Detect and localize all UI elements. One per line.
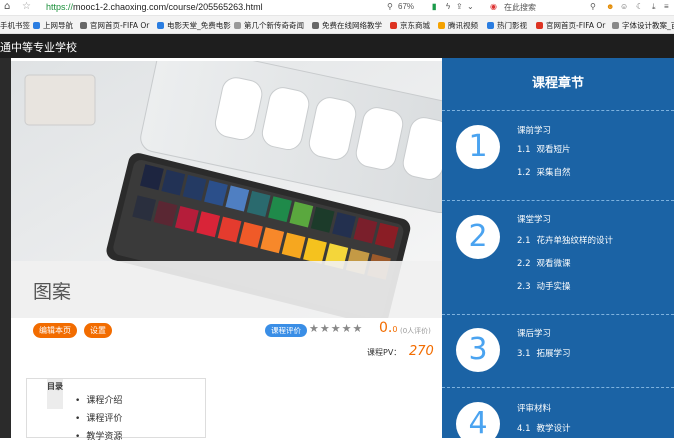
- bookmark-item[interactable]: 字体设计教案_百: [612, 20, 674, 31]
- pv-value: 270: [409, 344, 434, 359]
- download-icon[interactable]: ⤓: [652, 2, 656, 12]
- course-title: 图案: [33, 281, 72, 303]
- chapter-link[interactable]: 2.3 动手实操: [517, 280, 571, 292]
- search-hint[interactable]: 在此搜索: [504, 2, 536, 13]
- bookmark-item[interactable]: 腾讯视频: [438, 20, 478, 31]
- toc-list: 课程介绍 课程评价 教学资源: [75, 393, 122, 447]
- pv-label: 课程PV：: [367, 348, 402, 357]
- toc-tab: 目录: [47, 379, 63, 409]
- school-name: 通中等专业学校: [0, 41, 77, 54]
- chapter-group-title[interactable]: 评审材料: [517, 402, 551, 414]
- chapters-heading: 课程章节: [531, 76, 584, 91]
- bookmark-item[interactable]: 官网首页-FIFA Or: [80, 20, 149, 31]
- image-icon: [234, 22, 241, 29]
- edit-page-button[interactable]: 编辑本页: [33, 323, 77, 338]
- chapter-link[interactable]: 1.1 观看短片: [517, 143, 571, 155]
- toc-item[interactable]: 课程评价: [75, 411, 122, 429]
- bookmark-item[interactable]: 官网首页-FIFA Or: [536, 20, 605, 31]
- divider: [442, 200, 674, 201]
- settings-button[interactable]: 设置: [84, 323, 112, 338]
- url-field[interactable]: https://mooc1-2.chaoxing.com/course/2055…: [46, 2, 263, 12]
- chapter-link[interactable]: 4.1 教学设计: [517, 422, 571, 434]
- chapter-number-2: 2: [456, 215, 500, 259]
- chapter-link[interactable]: 2.2 观看微课: [517, 257, 571, 269]
- zoom-icon[interactable]: ⚲: [387, 2, 393, 11]
- extension-icon[interactable]: ▮: [432, 2, 436, 11]
- rating-score: 0.0: [379, 320, 398, 336]
- bookmarks-bar: 手机书签 上网导航 官网首页-FIFA Or 电影天堂_免费电影 第几个新传奇奇…: [0, 16, 674, 34]
- favorite-star-icon[interactable]: ☆: [22, 1, 31, 12]
- search-engine-icon[interactable]: ◉: [490, 2, 497, 11]
- globe-icon: [80, 22, 87, 29]
- toc-item[interactable]: 教学资源: [75, 429, 122, 447]
- home-icon[interactable]: ⌂: [4, 1, 10, 12]
- title-band: 图案: [11, 261, 442, 318]
- course-main: 图案 编辑本页 设置 课程评价 ★★★★★ 0.0 (0人评价) 课程PV： 2…: [11, 58, 442, 442]
- zoom-level[interactable]: 67%: [398, 2, 414, 11]
- grid-icon: [157, 22, 164, 29]
- search-icon[interactable]: ⚲: [590, 2, 596, 11]
- bookmark-item[interactable]: 上网导航: [33, 20, 73, 31]
- chapter-group-title[interactable]: 课前学习: [517, 124, 551, 136]
- chapter-link[interactable]: 2.1 花卉单独纹样的设计: [517, 234, 613, 246]
- course-toc: 目录 课程介绍 课程评价 教学资源: [26, 378, 206, 442]
- site-header: 通中等专业学校: [0, 34, 674, 58]
- chapter-number-4: 4: [456, 402, 500, 438]
- face-icon[interactable]: ☺: [620, 2, 628, 11]
- globe-icon: [312, 22, 319, 29]
- bookmark-icon: [33, 22, 40, 29]
- moon-icon[interactable]: ☾: [636, 2, 643, 11]
- course-cover-image: 图案: [11, 61, 442, 318]
- bookmark-item[interactable]: 京东商城: [390, 20, 430, 31]
- bookmark-item[interactable]: 免费在线网络教学: [312, 20, 382, 31]
- bookmark-item[interactable]: 手机书签: [0, 20, 30, 31]
- gear-icon: [612, 22, 619, 29]
- game-icon[interactable]: ☻: [606, 2, 614, 11]
- divider: [442, 314, 674, 315]
- chapter-group-title[interactable]: 课后学习: [517, 327, 551, 339]
- divider: [442, 110, 674, 111]
- chapters-sidebar: 课程章节 1 课前学习 1.1 观看短片 1.2 采集自然 2 课堂学习 2.1 花卉…: [442, 58, 674, 438]
- rating-stars[interactable]: ★★★★★: [309, 322, 363, 335]
- chapter-group-title[interactable]: 课堂学习: [517, 213, 551, 225]
- share-icon[interactable]: ⇪: [456, 2, 463, 11]
- chapter-link[interactable]: 1.2 采集自然: [517, 166, 571, 178]
- menu-icon[interactable]: ≡: [664, 2, 669, 11]
- dropdown-icon[interactable]: ⌄: [467, 2, 474, 11]
- rating-count: (0人评价): [400, 327, 431, 335]
- lightning-icon[interactable]: ϟ: [446, 2, 450, 11]
- bookmark-item[interactable]: 电影天堂_免费电影: [157, 20, 231, 31]
- chapter-number-1: 1: [456, 125, 500, 169]
- browser-address-bar: ⌂ ☆ https://mooc1-2.chaoxing.com/course/…: [0, 0, 674, 16]
- toc-item[interactable]: 课程介绍: [75, 393, 122, 411]
- fifa-icon: [536, 22, 543, 29]
- page-body: 图案 编辑本页 设置 课程评价 ★★★★★ 0.0 (0人评价) 课程PV： 2…: [0, 58, 674, 442]
- video-icon: [487, 22, 494, 29]
- chapter-number-3: 3: [456, 328, 500, 372]
- bookmark-item[interactable]: 热门影视: [487, 20, 527, 31]
- divider: [442, 387, 674, 388]
- jd-icon: [390, 22, 397, 29]
- chapter-link[interactable]: 3.1 拓展学习: [517, 347, 571, 359]
- bookmark-item[interactable]: 第几个新传奇奇闻: [234, 20, 304, 31]
- play-icon: [438, 22, 445, 29]
- course-review-badge[interactable]: 课程评价: [265, 324, 307, 337]
